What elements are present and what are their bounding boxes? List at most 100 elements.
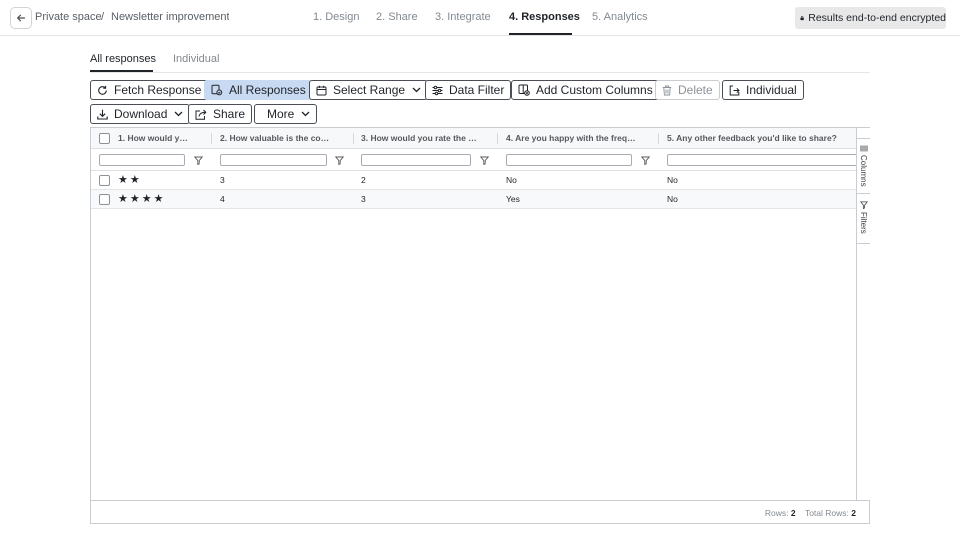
encryption-badge-label: Results end-to-end encrypted: [808, 12, 946, 24]
data-filter-label: Data Filter: [449, 83, 505, 97]
cell-q1-rating: ★★★★: [118, 193, 166, 205]
cell-q5: No: [667, 175, 678, 185]
chevron-down-icon: [301, 111, 310, 117]
columns-panel-label: Columns: [859, 155, 868, 187]
table-row[interactable]: ★★★★ 4 3 Yes No: [91, 190, 856, 209]
lock-icon: [800, 15, 804, 21]
grid-filter-row: [91, 149, 859, 171]
delete-label: Delete: [678, 83, 713, 97]
filter-input-q3[interactable]: [361, 154, 471, 166]
all-responses-label: All Responses: [229, 83, 306, 97]
active-tab-indicator: [90, 70, 153, 72]
grid-side-panel: Columns Filters: [856, 128, 870, 500]
individual-view-label: Individual: [746, 83, 797, 97]
cell-q4: No: [506, 175, 517, 185]
top-header: Private space / Newsletter improvement s…: [0, 0, 960, 36]
breadcrumb-separator: /: [101, 11, 105, 23]
cell-q5: No: [667, 194, 678, 204]
share-icon: [195, 109, 207, 120]
filters-panel-label: Filters: [859, 212, 868, 234]
all-responses-button[interactable]: All Responses: [204, 80, 313, 100]
filter-icon[interactable]: [480, 156, 489, 165]
row-checkbox[interactable]: [99, 175, 110, 186]
view-tabs: All responses Individual: [90, 45, 870, 73]
fetch-response-button[interactable]: Fetch Response: [90, 80, 209, 100]
cell-q2: 4: [220, 194, 225, 204]
tab-all-responses[interactable]: All responses: [90, 53, 156, 65]
row-count-summary: Rows: 2 Total Rows: 2: [765, 508, 856, 518]
side-panel-corner: [857, 128, 870, 139]
cell-q3: 3: [361, 194, 366, 204]
filter-icon: [859, 201, 868, 209]
cell-q1-rating: ★★: [118, 174, 142, 186]
delete-button[interactable]: Delete: [655, 80, 720, 100]
download-icon: [97, 109, 108, 120]
filter-input-q2[interactable]: [220, 154, 327, 166]
active-step-indicator: [509, 33, 572, 35]
more-label: More: [267, 107, 295, 121]
back-arrow-icon: [17, 14, 26, 22]
data-filter-button[interactable]: Data Filter: [425, 80, 512, 100]
step-analytics[interactable]: 5. Analytics: [592, 11, 648, 23]
step-responses[interactable]: 4. Responses: [509, 11, 580, 23]
breadcrumb-form-title[interactable]: Newsletter improvement survey: [111, 11, 229, 23]
row-checkbox[interactable]: [99, 194, 110, 205]
copy-icon: [211, 84, 223, 96]
cell-q2: 3: [220, 175, 225, 185]
back-button[interactable]: [10, 7, 32, 29]
add-custom-columns-label: Add Custom Columns: [536, 83, 653, 97]
rows-value: 2: [790, 508, 796, 518]
filter-icon[interactable]: [194, 156, 203, 165]
column-resize-handle[interactable]: [211, 133, 212, 144]
column-header-q3[interactable]: 3. How would you rate the design of the …: [361, 128, 479, 149]
encryption-badge: Results end-to-end encrypted: [795, 7, 946, 29]
grid-status-bar: Rows: 2 Total Rows: 2: [91, 500, 869, 523]
column-header-q5[interactable]: 5. Any other feedback you'd like to shar…: [667, 128, 852, 149]
share-button[interactable]: Share: [188, 104, 253, 124]
trash-icon: [662, 85, 672, 95]
table-row[interactable]: ★★ 3 2 No No: [91, 171, 856, 190]
responses-grid: 1. How would you rate the overall qualit…: [90, 127, 870, 524]
columns-panel-tab[interactable]: Columns: [857, 139, 870, 194]
tab-individual[interactable]: Individual: [173, 53, 219, 65]
column-resize-handle[interactable]: [353, 133, 354, 144]
column-header-q1[interactable]: 1. How would you rate the overall qualit…: [118, 128, 190, 149]
filter-input-q1[interactable]: [99, 154, 185, 166]
filter-input-q5[interactable]: [667, 154, 859, 166]
share-label: Share: [213, 107, 246, 121]
refresh-icon: [98, 85, 107, 95]
rows-label: Rows:: [764, 508, 789, 518]
open-window-icon: [729, 85, 740, 95]
total-rows-label: Total Rows:: [804, 508, 849, 518]
chevron-down-icon: [412, 87, 421, 93]
column-header-q4[interactable]: 4. Are you happy with the frequency of t…: [506, 128, 639, 149]
more-button[interactable]: More: [254, 104, 318, 124]
select-range-button[interactable]: Select Range: [309, 80, 429, 100]
step-design[interactable]: 1. Design: [313, 11, 359, 23]
total-rows-value: 2: [851, 508, 856, 518]
individual-view-button[interactable]: Individual: [722, 80, 804, 100]
filters-panel-tab[interactable]: Filters: [857, 194, 870, 244]
column-resize-handle[interactable]: [658, 133, 659, 144]
filter-input-q4[interactable]: [506, 154, 632, 166]
breadcrumb-space[interactable]: Private space: [35, 11, 102, 23]
columns-icon: [860, 145, 867, 152]
column-header-q2[interactable]: 2. How valuable is the content to you?: [220, 128, 334, 149]
download-label: Download: [114, 107, 168, 121]
download-button[interactable]: Download: [90, 104, 191, 124]
columns-add-icon: [518, 84, 530, 96]
fetch-response-label: Fetch Response: [114, 83, 202, 97]
cell-q3: 2: [361, 175, 366, 185]
sliders-icon: [432, 85, 443, 95]
column-resize-handle[interactable]: [497, 133, 498, 144]
calendar-icon: [316, 85, 327, 95]
step-integrate[interactable]: 3. Integrate: [435, 11, 491, 23]
chevron-down-icon: [174, 111, 183, 117]
add-custom-columns-button[interactable]: Add Custom Columns: [511, 80, 660, 100]
select-all-checkbox[interactable]: [99, 133, 110, 144]
step-share[interactable]: 2. Share: [376, 11, 418, 23]
filter-icon[interactable]: [641, 156, 650, 165]
filter-icon[interactable]: [335, 156, 344, 165]
grid-header-row: 1. How would you rate the overall qualit…: [91, 128, 856, 149]
cell-q4: Yes: [506, 194, 520, 204]
